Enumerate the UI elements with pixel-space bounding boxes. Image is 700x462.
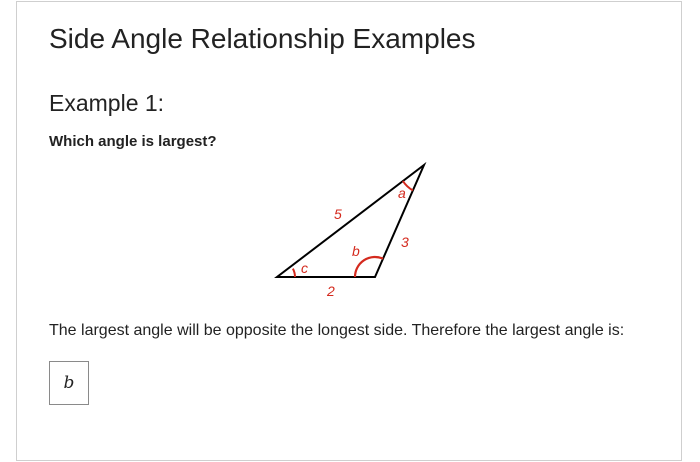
content-panel: Side Angle Relationship Examples Example… [16, 1, 682, 461]
explanation-text: The largest angle will be opposite the l… [49, 322, 625, 339]
angle-arc-c [291, 268, 296, 278]
triangle-outline [274, 161, 427, 278]
answer-value: b [63, 373, 75, 393]
triangle-diagram: 5 3 2 a b c [274, 161, 427, 299]
answer-box: b [49, 361, 89, 405]
side-label-bottom: 2 [326, 283, 335, 299]
side-label-long: 5 [334, 206, 342, 222]
side-label-right: 3 [401, 234, 409, 250]
angle-label-c: c [301, 260, 308, 276]
angle-label-a: a [398, 185, 406, 201]
angle-label-b: b [352, 243, 360, 259]
